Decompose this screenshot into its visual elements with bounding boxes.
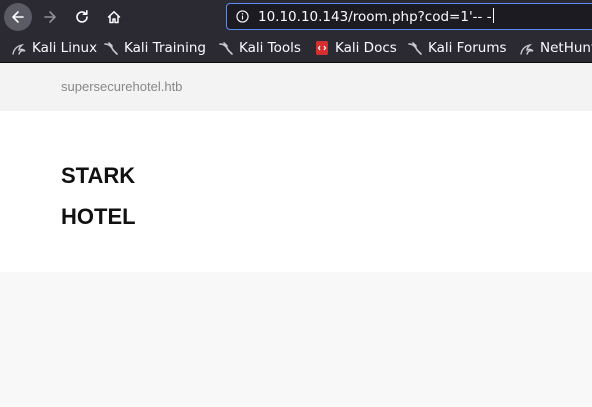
nethunter-icon bbox=[520, 43, 534, 55]
bookmark-label: Kali Linux bbox=[32, 40, 98, 56]
site-header: supersecurehotel.htb bbox=[0, 63, 592, 111]
home-icon bbox=[107, 11, 121, 24]
bookmark-label: Kali Tools bbox=[239, 40, 301, 56]
kali-dragon-icon bbox=[408, 42, 422, 55]
arrow-right-icon bbox=[44, 11, 56, 23]
bookmark-nethunter[interactable]: NetHunter bbox=[519, 39, 592, 57]
text-caret bbox=[492, 8, 494, 23]
arrow-left-icon bbox=[12, 11, 24, 23]
page-title: STARK HOTEL bbox=[61, 155, 136, 237]
bookmark-kali-tools[interactable]: Kali Tools bbox=[218, 39, 301, 57]
url-bar[interactable]: 10.10.10.143/room.php?cod=1'-- - bbox=[226, 3, 592, 30]
title-line-2: HOTEL bbox=[61, 204, 136, 229]
web-page: supersecurehotel.htb STARK HOTEL bbox=[0, 63, 592, 407]
bookmark-kali-docs[interactable]: Kali Docs bbox=[314, 39, 397, 57]
kali-dragon-icon bbox=[12, 43, 26, 55]
reload-icon bbox=[76, 10, 88, 23]
site-name[interactable]: supersecurehotel.htb bbox=[61, 79, 182, 94]
forward-button[interactable] bbox=[36, 3, 64, 31]
bookmark-kali-training[interactable]: Kali Training bbox=[103, 39, 206, 57]
kali-dragon-icon bbox=[219, 42, 233, 55]
bookmark-label: NetHunter bbox=[540, 40, 592, 56]
browser-toolbar: 10.10.10.143/room.php?cod=1'-- - bbox=[0, 0, 592, 34]
kali-docs-icon bbox=[316, 41, 328, 55]
bookmarks-bar: Kali Linux Kali Training Kali Tools Kali… bbox=[0, 34, 592, 63]
bookmark-label: Kali Forums bbox=[428, 40, 507, 56]
url-text[interactable]: 10.10.10.143/room.php?cod=1'-- - bbox=[258, 8, 494, 25]
bookmark-label: Kali Training bbox=[124, 40, 206, 56]
back-button[interactable] bbox=[4, 3, 32, 31]
bookmark-kali-forums[interactable]: Kali Forums bbox=[407, 39, 507, 57]
bookmark-kali-linux[interactable]: Kali Linux bbox=[11, 39, 97, 57]
hero-section: STARK HOTEL bbox=[0, 111, 592, 272]
reload-button[interactable] bbox=[68, 3, 96, 31]
info-icon[interactable] bbox=[236, 10, 249, 23]
kali-dragon-icon bbox=[104, 42, 118, 55]
title-line-1: STARK bbox=[61, 163, 136, 188]
bookmark-label: Kali Docs bbox=[335, 40, 397, 56]
home-button[interactable] bbox=[100, 3, 128, 31]
